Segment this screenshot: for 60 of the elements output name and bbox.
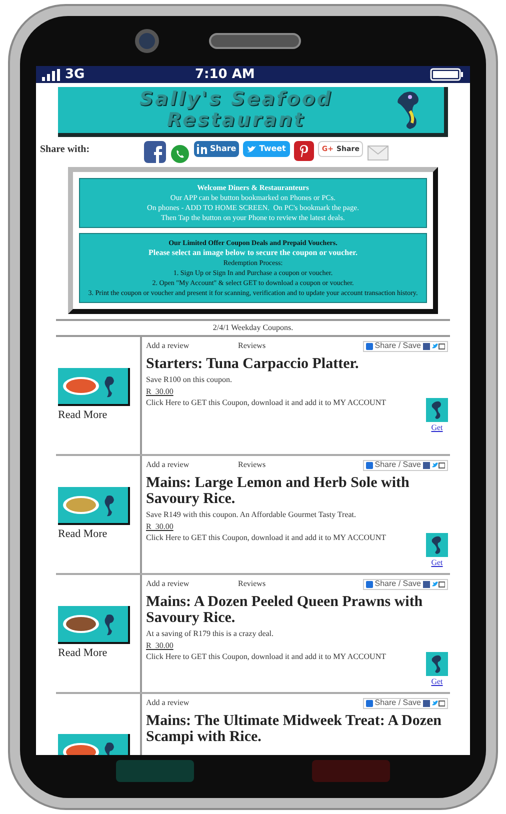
social-icons (423, 342, 445, 350)
battery-icon (430, 68, 464, 81)
coupon-title: Mains: The Ultimate Midweek Treat: A Dozen Scampi with Rice. (146, 713, 443, 745)
social-icons (423, 700, 445, 706)
read-more-link[interactable]: Read More (58, 644, 138, 662)
banner-title: Restaurant (166, 110, 306, 131)
price-link[interactable]: R 30.00 (146, 386, 174, 398)
pinterest-icon[interactable] (294, 141, 314, 161)
seahorse-icon[interactable] (426, 398, 448, 422)
get-link[interactable]: Get (431, 676, 443, 688)
bird-icon (247, 145, 256, 153)
coupon-title: Mains: A Dozen Peeled Queen Prawns with Savoury Rice. (146, 594, 424, 626)
social-icons (423, 462, 445, 468)
camera-icon (135, 29, 159, 53)
share-icon (366, 462, 373, 468)
price-link[interactable]: R 30.00 (146, 521, 174, 533)
share-save-button[interactable]: Share / Save (362, 578, 448, 590)
add-review-link[interactable]: Add a review (146, 340, 238, 352)
coupon-image[interactable] (58, 606, 130, 644)
read-more-link[interactable]: Read More (58, 406, 138, 424)
reviews-link[interactable]: Reviews (238, 459, 266, 471)
clock-time: 7:10 AM (195, 68, 256, 81)
share-icon (366, 700, 373, 706)
coupon-description: Save R149 with this coupon. An Affordable Gourmet Tasty Treat. (146, 509, 358, 521)
coupon-title: Starters: Tuna Carpaccio Platter. (146, 356, 360, 372)
whatsapp-icon[interactable] (170, 144, 190, 164)
share-save-button[interactable]: Share / Save (362, 698, 448, 708)
coupon-image[interactable] (58, 368, 130, 406)
share-label: Share with: (40, 143, 91, 157)
banner-title: Sally's Seafood (139, 89, 333, 110)
coupon-description: At a saving of R179 this is a crazy deal. (146, 628, 275, 640)
get-link[interactable]: Get (431, 422, 443, 434)
share-icon (366, 342, 373, 350)
coupons-title: 2/4/1 Weekday Coupons. (56, 321, 450, 337)
linkedin-icon (197, 144, 207, 154)
reviews-link[interactable]: Reviews (238, 578, 266, 590)
get-coupon-text: Click Here to GET this Coupon, download it and add it to MY ACCOUNT (146, 533, 387, 543)
signal-icon (42, 68, 62, 80)
get-coupon-text: Click Here to GET this Coupon, download it and add it to MY ACCOUNT (146, 652, 387, 662)
share-save-button[interactable]: Share / Save (362, 340, 448, 352)
network-label: 3G (65, 68, 86, 81)
offers-subheading: Please select an image below to secure the coupon or voucher. (148, 248, 358, 258)
share-save-button[interactable]: Share / Save (362, 460, 448, 470)
social-icons (423, 580, 445, 588)
share-icon (366, 580, 373, 588)
coupon-title: Mains: Large Lemon and Herb Sole with Savoury Rice. (146, 475, 410, 507)
coupon-description: Save R100 on this coupon. (146, 374, 233, 386)
price-link[interactable]: R 30.00 (146, 640, 174, 652)
facebook-icon[interactable] (144, 141, 166, 163)
get-coupon-text: Click Here to GET this Coupon, download it and add it to MY ACCOUNT (146, 398, 387, 408)
add-review-link[interactable]: Add a review (146, 697, 238, 709)
coupon-image[interactable] (58, 486, 130, 525)
add-review-link[interactable]: Add a review (146, 578, 238, 590)
linkedin-share-button[interactable]: Share (194, 141, 240, 157)
reviews-link[interactable]: Reviews (238, 340, 266, 352)
seahorse-icon[interactable] (426, 533, 448, 557)
read-more-link[interactable]: Read More (58, 526, 138, 542)
add-review-link[interactable]: Add a review (146, 459, 238, 471)
seahorse-icon[interactable] (426, 652, 448, 676)
get-link[interactable]: Get (431, 557, 443, 569)
